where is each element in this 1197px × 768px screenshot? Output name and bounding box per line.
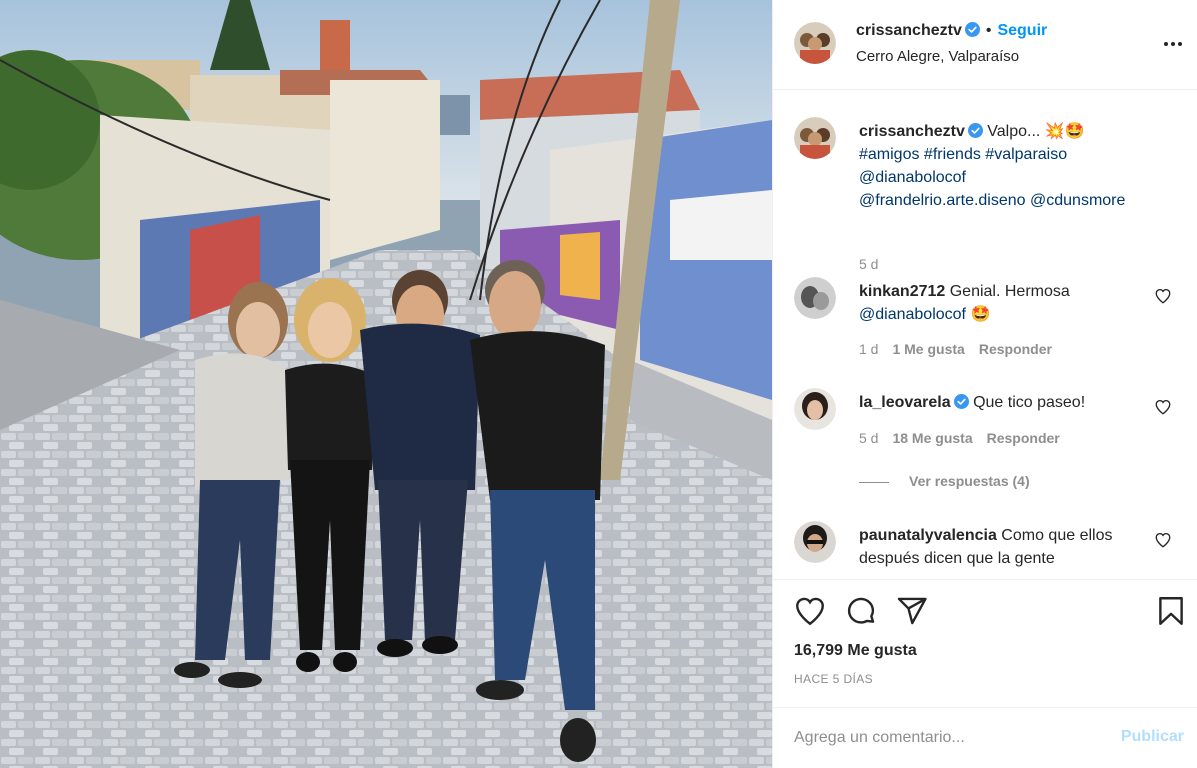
replies-divider-line bbox=[859, 481, 889, 483]
separator-dot: • bbox=[985, 22, 992, 39]
comment-likes[interactable]: 1 Me gusta bbox=[892, 341, 964, 357]
caption-mention[interactable]: @cdunsmore bbox=[1030, 192, 1125, 209]
caption-author-avatar[interactable] bbox=[794, 117, 836, 159]
comment-meta: 5 d 18 Me gusta Responder bbox=[859, 430, 1060, 446]
caption-emojis: 💥🤩 bbox=[1044, 123, 1085, 140]
comment-username[interactable]: paunatalyvalencia bbox=[859, 527, 997, 544]
verified-badge-icon bbox=[953, 394, 969, 409]
caption-time[interactable]: 5 d bbox=[859, 256, 878, 272]
like-heart-icon[interactable] bbox=[793, 594, 827, 628]
instagram-post-modal: crissancheztv • Seguir Cerro Alegre, Valpa… bbox=[0, 0, 1197, 768]
like-comment-heart-icon[interactable] bbox=[1154, 287, 1172, 305]
reply-button[interactable]: Responder bbox=[979, 341, 1052, 357]
verified-badge-icon bbox=[964, 22, 980, 37]
comment-username[interactable]: kinkan2712 bbox=[859, 283, 945, 300]
post-side-panel: crissancheztv • Seguir Cerro Alegre, Valpa… bbox=[772, 0, 1197, 768]
comment-text: Genial. Hermosa bbox=[949, 283, 1070, 300]
comment-time[interactable]: 5 d bbox=[859, 430, 878, 446]
likes-count[interactable]: 16,799 Me gusta bbox=[794, 642, 917, 660]
caption-username[interactable]: crissancheztv bbox=[859, 123, 965, 140]
comment-text: Que tico paseo! bbox=[973, 394, 1086, 411]
publish-button[interactable]: Publicar bbox=[1121, 728, 1184, 746]
post-header: crissancheztv • Seguir Cerro Alegre, Valpa… bbox=[773, 0, 1197, 90]
commenter-avatar[interactable] bbox=[794, 388, 836, 430]
commenter-avatar[interactable] bbox=[794, 521, 836, 563]
author-username[interactable]: crissancheztv bbox=[856, 22, 962, 39]
like-comment-heart-icon[interactable] bbox=[1154, 398, 1172, 416]
reply-button[interactable]: Responder bbox=[987, 430, 1060, 446]
caption-text-block: crissancheztv Valpo... 💥🤩 #amigos #frien… bbox=[859, 120, 1159, 212]
verified-badge-icon bbox=[967, 123, 983, 138]
more-options-icon[interactable] bbox=[1162, 33, 1184, 55]
comment-composer: Publicar bbox=[773, 707, 1197, 768]
view-replies-button[interactable]: Ver respuestas (4) bbox=[859, 473, 1030, 489]
follow-button[interactable]: Seguir bbox=[997, 22, 1047, 39]
comment-text-block: paunatalyvalencia Como que ellos después… bbox=[859, 524, 1159, 570]
comment-mention[interactable]: @dianabolocof bbox=[859, 306, 966, 323]
comment-text-block: la_leovarela Que tico paseo! bbox=[859, 391, 1159, 414]
post-location[interactable]: Cerro Alegre, Valparaíso bbox=[856, 48, 1019, 65]
post-actions: 16,799 Me gusta HACE 5 DÍAS bbox=[773, 579, 1197, 707]
comment-time[interactable]: 1 d bbox=[859, 341, 878, 357]
comment-text-block: kinkan2712 Genial. Hermosa @dianabolocof… bbox=[859, 280, 1159, 326]
comment-meta: 1 d 1 Me gusta Responder bbox=[859, 341, 1052, 357]
share-send-icon[interactable] bbox=[895, 594, 929, 628]
comment-likes[interactable]: 18 Me gusta bbox=[892, 430, 972, 446]
posted-time[interactable]: HACE 5 DÍAS bbox=[794, 672, 873, 686]
author-avatar[interactable] bbox=[794, 22, 836, 64]
author-row: crissancheztv • Seguir bbox=[856, 22, 1047, 40]
post-photo[interactable] bbox=[0, 0, 772, 768]
save-bookmark-icon[interactable] bbox=[1154, 594, 1188, 628]
comment-emoji: 🤩 bbox=[970, 306, 991, 323]
caption-mention[interactable]: @dianabolocof bbox=[859, 166, 1159, 189]
comment-bubble-icon[interactable] bbox=[844, 594, 878, 628]
view-replies-label: Ver respuestas (4) bbox=[909, 473, 1030, 489]
commenter-avatar[interactable] bbox=[794, 277, 836, 319]
comment-username[interactable]: la_leovarela bbox=[859, 394, 951, 411]
caption-mention[interactable]: @frandelrio.arte.diseno bbox=[859, 192, 1026, 209]
caption-hashtags[interactable]: #amigos #friends #valparaiso bbox=[859, 143, 1159, 166]
comments-list[interactable]: crissancheztv Valpo... 💥🤩 #amigos #frien… bbox=[773, 91, 1197, 579]
caption-text: Valpo... bbox=[987, 123, 1041, 140]
like-comment-heart-icon[interactable] bbox=[1154, 531, 1172, 549]
add-comment-input[interactable] bbox=[794, 723, 1104, 753]
